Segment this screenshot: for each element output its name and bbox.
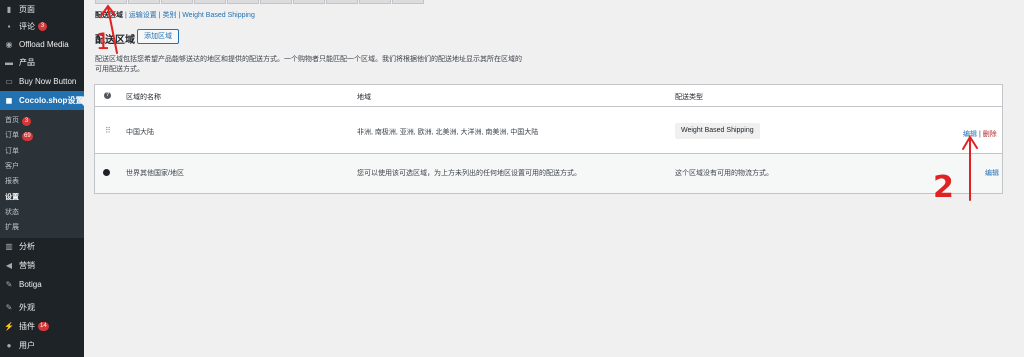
annotation-label-2: 2 (933, 170, 954, 205)
annotation-label-1: 1 (96, 30, 110, 55)
annotation-arrow-2 (962, 135, 978, 201)
annotation-overlay (100, 4, 978, 201)
